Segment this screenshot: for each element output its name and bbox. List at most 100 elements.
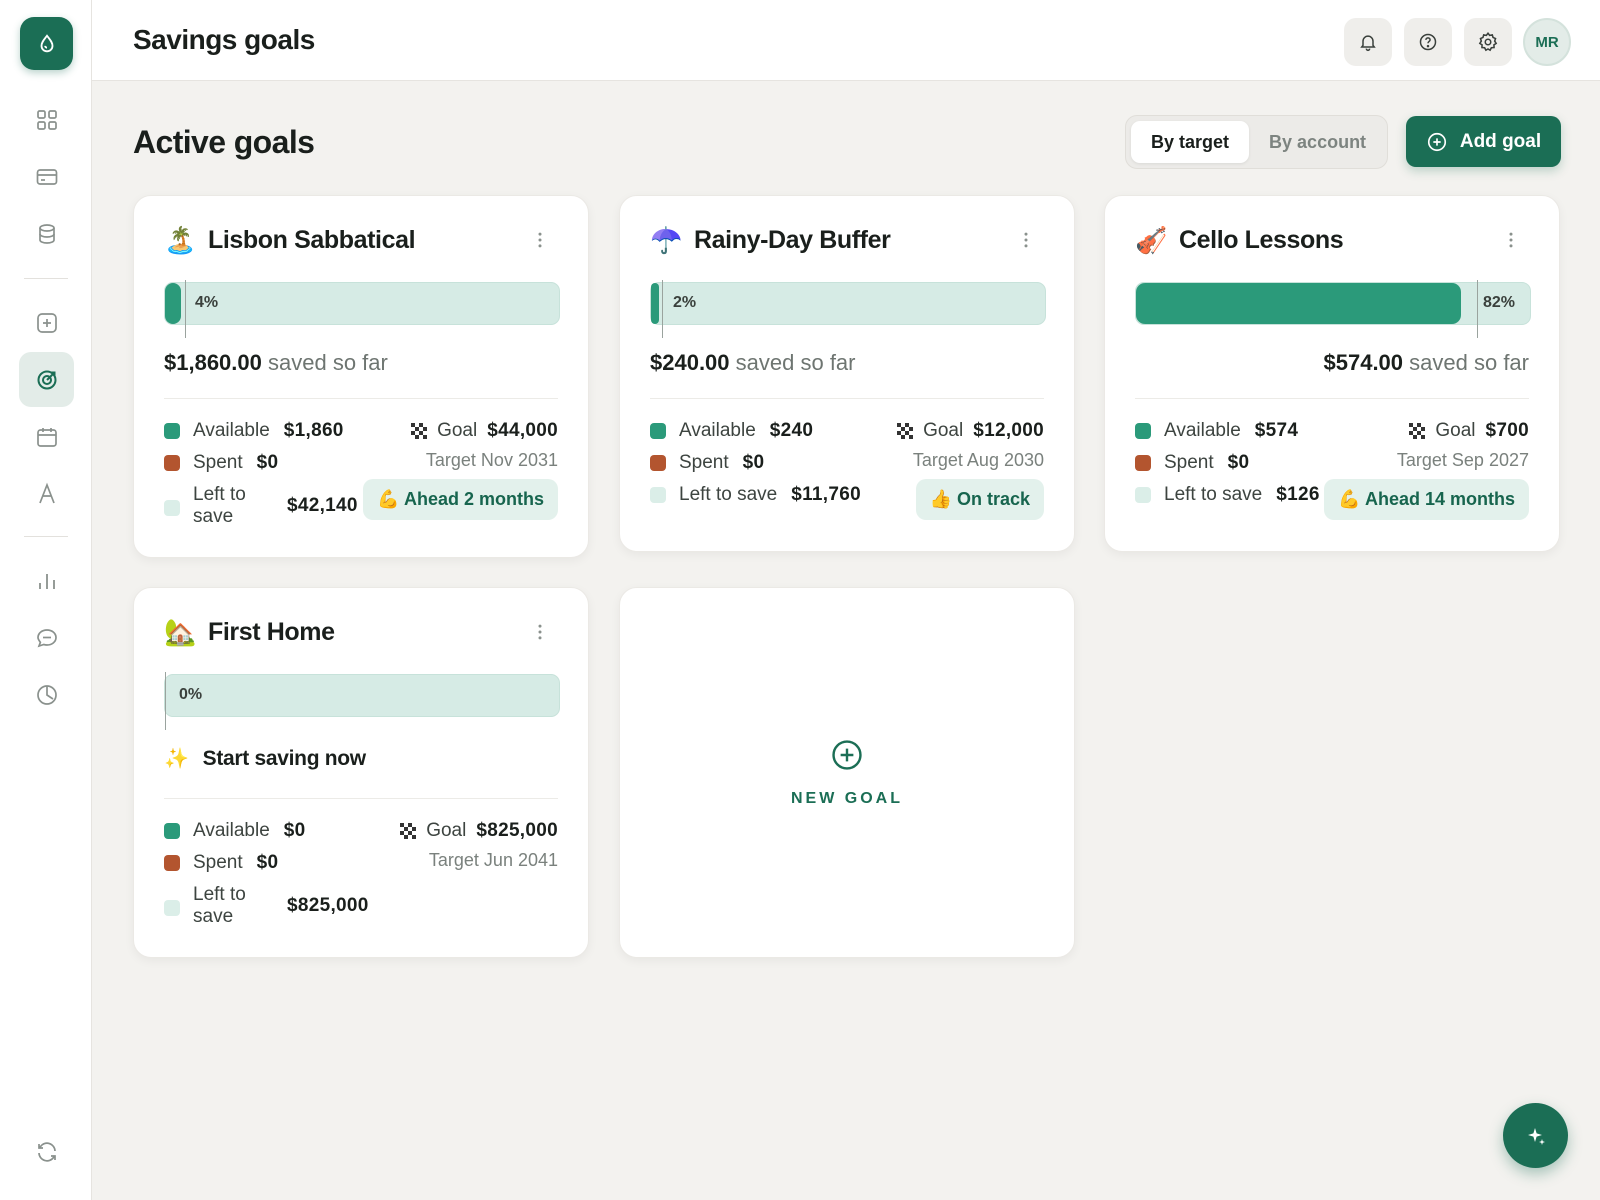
progress-marker bbox=[662, 280, 663, 338]
target-date: Target Nov 2031 bbox=[425, 450, 558, 470]
start-saving-prompt: ✨ Start saving now bbox=[164, 746, 558, 771]
left-value: $126 bbox=[1276, 484, 1320, 505]
new-goal-card[interactable]: NEW GOAL bbox=[619, 587, 1075, 958]
spent-value: $0 bbox=[1227, 452, 1250, 473]
goal-amount: $12,000 bbox=[973, 420, 1044, 441]
user-avatar[interactable]: MR bbox=[1523, 18, 1571, 66]
more-options-icon[interactable] bbox=[1501, 230, 1521, 255]
progress-percent: 4% bbox=[195, 294, 219, 311]
progress-marker bbox=[165, 672, 166, 730]
plus-circle-icon bbox=[832, 739, 862, 770]
goal-name: Rainy-Day Buffer bbox=[694, 225, 891, 254]
spent-label: Spent bbox=[193, 852, 243, 873]
available-label: Available bbox=[1164, 420, 1241, 441]
nav-accounts[interactable] bbox=[19, 206, 74, 261]
available-label: Available bbox=[193, 820, 270, 841]
available-swatch bbox=[1135, 423, 1151, 439]
spent-swatch bbox=[164, 855, 180, 871]
nav-divider bbox=[24, 278, 68, 279]
settings-button[interactable] bbox=[1464, 18, 1512, 66]
saved-summary: $1,860.00 saved so far bbox=[164, 350, 558, 376]
more-options-icon[interactable] bbox=[530, 230, 550, 255]
progress-marker bbox=[185, 280, 186, 338]
goal-summary: Goal $700 Target Sep 2027 bbox=[1397, 420, 1529, 471]
notifications-button[interactable] bbox=[1344, 18, 1392, 66]
app-logo[interactable] bbox=[20, 17, 73, 70]
calendar-icon bbox=[36, 427, 57, 447]
toggle-by-target[interactable]: By target bbox=[1131, 121, 1250, 163]
page-title: Savings goals bbox=[133, 24, 315, 55]
sparkles-icon: ✨ bbox=[164, 748, 189, 770]
left-label: Left to save bbox=[193, 484, 246, 527]
saved-suffix: saved so far bbox=[1409, 350, 1529, 375]
assistant-fab[interactable] bbox=[1503, 1103, 1568, 1168]
nav-reports[interactable] bbox=[19, 553, 74, 608]
card-divider bbox=[164, 798, 558, 799]
start-saving-label: Start saving now bbox=[202, 746, 367, 770]
nav-fonts[interactable] bbox=[19, 466, 74, 521]
help-button[interactable] bbox=[1404, 18, 1452, 66]
available-swatch bbox=[164, 823, 180, 839]
nav-calendar[interactable] bbox=[19, 409, 74, 464]
spent-swatch bbox=[1135, 455, 1151, 471]
left-value: $11,760 bbox=[791, 484, 861, 505]
available-value: $574 bbox=[1254, 420, 1299, 441]
add-goal-button[interactable]: Add goal bbox=[1406, 116, 1561, 167]
more-options-icon[interactable] bbox=[1016, 230, 1036, 255]
goal-emoji-icon: 🏝️ bbox=[164, 225, 197, 255]
goal-card[interactable]: ☂️ Rainy-Day Buffer 2% $240.00 saved so … bbox=[619, 195, 1075, 552]
legend: Available $0 Spent $0 Left to save $825,000 bbox=[164, 820, 369, 938]
available-value: $240 bbox=[769, 420, 814, 441]
nav-dashboard[interactable] bbox=[19, 92, 74, 147]
nav-history[interactable] bbox=[19, 667, 74, 722]
spent-label: Spent bbox=[193, 452, 243, 473]
goal-card[interactable]: 🏡 First Home 0% ✨ Start saving now Avail… bbox=[133, 587, 589, 958]
goal-name: First Home bbox=[208, 617, 335, 646]
spent-value: $0 bbox=[256, 852, 279, 873]
progress-fill bbox=[1136, 283, 1461, 324]
dashboard-grid-icon bbox=[36, 109, 57, 130]
nav-add[interactable] bbox=[19, 295, 74, 350]
spent-swatch bbox=[164, 455, 180, 471]
card-divider bbox=[650, 398, 1044, 399]
progress-percent: 0% bbox=[179, 686, 203, 703]
more-options-icon[interactable] bbox=[530, 622, 550, 647]
goal-amount: $700 bbox=[1485, 420, 1529, 441]
bar-chart-icon bbox=[38, 573, 55, 589]
goal-name: Lisbon Sabbatical bbox=[208, 225, 416, 254]
saved-summary: $240.00 saved so far bbox=[650, 350, 1044, 376]
nav-sync[interactable] bbox=[19, 1124, 74, 1179]
goal-emoji-icon: 🎻 bbox=[1135, 225, 1168, 255]
add-square-icon bbox=[36, 312, 57, 333]
left-label: Left to save bbox=[1164, 484, 1263, 505]
clock-icon bbox=[36, 684, 57, 705]
goal-emoji-icon: 🏡 bbox=[164, 617, 197, 647]
credit-card-icon bbox=[36, 168, 57, 185]
progress-bar: 4% bbox=[164, 280, 560, 338]
progress-bar: 82% bbox=[1135, 280, 1531, 338]
status-badge: 👍 On track bbox=[915, 479, 1044, 520]
available-swatch bbox=[164, 423, 180, 439]
nav-messages[interactable] bbox=[19, 610, 74, 665]
goal-card[interactable]: 🎻 Cello Lessons 82% $574.00 saved so far… bbox=[1104, 195, 1560, 552]
goal-summary: Goal $44,000 Target Nov 2031 bbox=[411, 420, 558, 471]
checkered-flag-icon bbox=[411, 423, 428, 439]
chat-icon bbox=[36, 628, 57, 647]
available-value: $1,860 bbox=[283, 420, 344, 441]
font-a-icon bbox=[38, 482, 55, 503]
toggle-by-account[interactable]: By account bbox=[1249, 121, 1386, 163]
goal-label: Goal bbox=[923, 420, 964, 441]
goal-card[interactable]: 🏝️ Lisbon Sabbatical 4% $1,860.00 saved … bbox=[133, 195, 589, 558]
progress-percent: 82% bbox=[1483, 294, 1516, 311]
sidebar bbox=[0, 0, 92, 1200]
left-label: Left to save bbox=[679, 484, 778, 505]
spent-value: $0 bbox=[256, 452, 279, 473]
nav-goals[interactable] bbox=[19, 352, 74, 407]
nav-cards[interactable] bbox=[19, 149, 74, 204]
goal-summary: Goal $825,000 Target Jun 2041 bbox=[400, 820, 558, 871]
left-value: $42,140 bbox=[287, 495, 358, 516]
progress-bar: 2% bbox=[650, 280, 1046, 338]
status-badge: 💪 Ahead 2 months bbox=[363, 479, 558, 520]
left-swatch bbox=[650, 487, 666, 503]
progress-marker bbox=[1477, 280, 1478, 338]
